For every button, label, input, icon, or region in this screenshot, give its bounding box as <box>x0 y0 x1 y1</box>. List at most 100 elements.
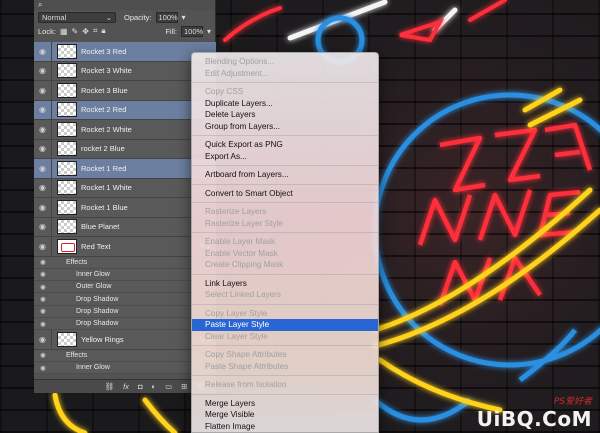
menu-separator <box>192 301 378 308</box>
opacity-field[interactable]: 100% <box>155 11 178 23</box>
layer-row[interactable]: ◉ Blue Planet <box>34 217 216 237</box>
layer-row[interactable]: ◉ Rocket 2 White <box>34 120 216 140</box>
menu-item-edit-adjustment[interactable]: Edit Adjustment... <box>192 68 378 80</box>
menu-item-paste-layer-style[interactable]: Paste Layer Style <box>192 319 378 331</box>
effect-row[interactable]: ◉ Outer Glow <box>34 281 216 294</box>
visibility-eye-icon[interactable]: ◉ <box>34 81 52 100</box>
menu-item-link-layers[interactable]: Link Layers <box>192 278 378 290</box>
lock-label: Lock: <box>38 26 56 36</box>
layer-row[interactable]: ◉ Rocket 1 Blue <box>34 198 216 218</box>
menu-item-create-clipping-mask[interactable]: Create Clipping Mask <box>192 259 378 271</box>
folder-icon[interactable]: ▭ <box>165 382 172 391</box>
blend-mode-value: Normal <box>42 12 67 22</box>
effect-row[interactable]: ◉ Drop Shadow <box>34 293 216 306</box>
visibility-eye-icon[interactable]: ◉ <box>34 178 52 197</box>
layer-row[interactable]: ◉ Rocket 1 White <box>34 178 216 198</box>
layer-row[interactable]: ◉ Rocket 3 White <box>34 61 216 81</box>
fill-slider-toggle-icon[interactable]: ▾ <box>207 27 211 36</box>
lock-all-icon[interactable]: 🔒︎ <box>101 26 105 36</box>
chevron-down-icon: ⌄ <box>105 12 112 22</box>
lock-position-icon[interactable]: ✥ <box>82 27 89 36</box>
layer-thumbnail <box>57 332 77 348</box>
blend-row: Normal ⌄ Opacity: 100% ▾ <box>34 10 215 24</box>
menu-item-delete-layers[interactable]: Delete Layers <box>192 109 378 121</box>
menu-item-group-from-layers[interactable]: Group from Layers... <box>192 121 378 133</box>
effect-row[interactable]: ◉ Drop Shadow <box>34 317 216 331</box>
visibility-eye-icon[interactable]: ◉ <box>34 362 52 373</box>
layer-thumbnail <box>57 180 77 196</box>
filter-kind-icon[interactable]: ⌕ <box>38 0 42 10</box>
link-icon[interactable]: ⛓︎ <box>105 382 115 391</box>
effect-row[interactable]: ◉ Inner Glow <box>34 362 216 375</box>
visibility-eye-icon[interactable]: ◉ <box>34 306 52 317</box>
menu-item-copy-css[interactable]: Copy CSS <box>192 86 378 98</box>
layer-row[interactable]: ◉ Rocket 3 Red <box>34 42 216 62</box>
visibility-eye-icon[interactable]: ◉ <box>34 100 52 119</box>
lock-paint-icon[interactable]: ✎ <box>72 27 79 36</box>
layer-thumbnail <box>57 199 77 215</box>
menu-item-export-as[interactable]: Export As... <box>192 151 378 163</box>
layer-row[interactable]: ◉ Rocket 2 Red <box>34 100 216 120</box>
visibility-eye-icon[interactable]: ◉ <box>34 217 52 236</box>
menu-item-duplicate-layers[interactable]: Duplicate Layers... <box>192 98 378 110</box>
layer-row[interactable]: ◉ rocket 2 Blue <box>34 139 216 159</box>
menu-item-flatten-image[interactable]: Flatten Image <box>192 421 378 433</box>
blend-mode-select[interactable]: Normal ⌄ <box>38 11 116 23</box>
effects-group-row[interactable]: ◉ Effects <box>34 256 216 269</box>
visibility-eye-icon[interactable]: ◉ <box>34 42 52 61</box>
layer-row[interactable]: ◉ Rocket 3 Blue <box>34 81 216 101</box>
visibility-eye-icon[interactable]: ◉ <box>34 159 52 178</box>
fx-icon[interactable]: fx <box>123 382 129 391</box>
menu-item-paste-shape-attributes[interactable]: Paste Shape Attributes <box>192 361 378 373</box>
menu-item-merge-visible[interactable]: Merge Visible <box>192 409 378 421</box>
effect-row[interactable]: ◉ Inner Glow <box>34 268 216 282</box>
visibility-eye-icon[interactable]: ◉ <box>34 269 52 280</box>
menu-item-rasterize-layer-style[interactable]: Rasterize Layer Style <box>192 218 378 230</box>
menu-item-copy-shape-attributes[interactable]: Copy Shape Attributes <box>192 349 378 361</box>
adjustment-icon[interactable]: ◐ <box>152 382 157 391</box>
effect-label: Inner Glow <box>76 270 110 278</box>
lock-artboard-icon[interactable]: ⌗ <box>93 26 98 36</box>
effect-row[interactable]: ◉ Drop Shadow <box>34 305 216 318</box>
opacity-slider-toggle-icon[interactable]: ▾ <box>182 13 186 22</box>
visibility-eye-icon[interactable]: ◉ <box>34 61 52 80</box>
layer-name: Rocket 2 Red <box>81 105 127 115</box>
visibility-eye-icon[interactable]: ◉ <box>34 237 52 256</box>
layer-row-red-text[interactable]: ◉ Red Text fx ▴ <box>34 237 216 257</box>
effects-group-row[interactable]: ◉ Effects <box>34 349 216 363</box>
visibility-eye-icon[interactable]: ◉ <box>34 139 52 158</box>
menu-item-enable-vector-mask[interactable]: Enable Vector Mask <box>192 248 378 260</box>
visibility-eye-icon[interactable]: ◉ <box>34 330 52 349</box>
menu-item-release-from-isolation[interactable]: Release from Isolation <box>192 379 378 391</box>
menu-item-artboard-from-layers[interactable]: Artboard from Layers... <box>192 169 378 181</box>
menu-item-blending-options[interactable]: Blending Options... <box>192 56 378 68</box>
effects-label: Effects <box>66 258 88 266</box>
layer-name: Rocket 2 White <box>81 124 132 134</box>
visibility-eye-icon[interactable]: ◉ <box>34 257 52 268</box>
effect-label: Drop Shadow <box>76 320 119 328</box>
visibility-eye-icon[interactable]: ◉ <box>34 293 52 304</box>
mask-icon[interactable]: ◘ <box>138 382 143 391</box>
menu-item-quick-export-png[interactable]: Quick Export as PNG <box>192 139 378 151</box>
menu-item-copy-layer-style[interactable]: Copy Layer Style <box>192 308 378 320</box>
lock-transparent-icon[interactable]: ▦ <box>60 27 68 36</box>
visibility-eye-icon[interactable]: ◉ <box>34 198 52 217</box>
watermark-main: UiBQ.CoM <box>476 407 592 431</box>
layer-name: Rocket 1 White <box>81 183 132 193</box>
layer-row[interactable]: ◉ Rocket 1 Red <box>34 159 216 179</box>
new-layer-icon[interactable]: ⊞ <box>181 382 187 391</box>
visibility-eye-icon[interactable]: ◉ <box>34 281 52 292</box>
menu-item-rasterize-layers[interactable]: Rasterize Layers <box>192 206 378 218</box>
menu-item-clear-layer-style[interactable]: Clear Layer Style <box>192 331 378 343</box>
visibility-eye-icon[interactable]: ◉ <box>34 318 52 329</box>
menu-item-enable-layer-mask[interactable]: Enable Layer Mask <box>192 236 378 248</box>
watermark: PS爱好者 UiBQ.CoM <box>477 394 592 431</box>
layer-name: Red Text <box>81 241 111 251</box>
visibility-eye-icon[interactable]: ◉ <box>34 120 52 139</box>
menu-item-convert-to-smart-object[interactable]: Convert to Smart Object <box>192 188 378 200</box>
layer-row-yellow-rings[interactable]: ◉ Yellow Rings fx ▴ <box>34 330 216 350</box>
fill-field[interactable]: 100% <box>180 25 203 37</box>
visibility-eye-icon[interactable]: ◉ <box>34 350 52 361</box>
menu-item-select-linked-layers[interactable]: Select Linked Layers <box>192 289 378 301</box>
menu-item-merge-layers[interactable]: Merge Layers <box>192 398 378 410</box>
